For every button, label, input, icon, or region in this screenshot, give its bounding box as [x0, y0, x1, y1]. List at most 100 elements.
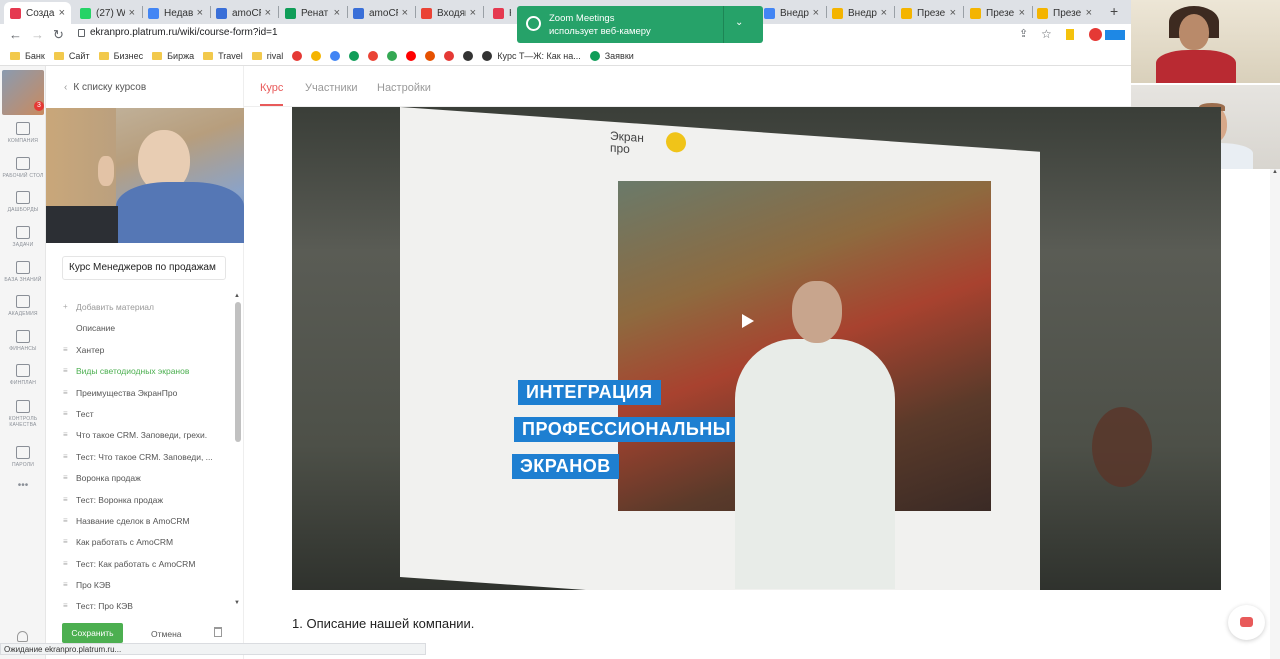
rail-item[interactable]: КОМПАНИЯ — [0, 122, 46, 144]
scroll-down-icon[interactable]: ▼ — [234, 600, 240, 606]
chevron-down-icon[interactable]: ⌄ — [735, 17, 743, 28]
url-field[interactable]: ekranpro.platrum.ru/wiki/course-form?id=… — [90, 27, 278, 38]
drag-handle-icon[interactable]: ≡ — [63, 514, 68, 528]
bookmark-item[interactable]: Бизнес — [98, 51, 143, 61]
drag-handle-icon[interactable]: ≡ — [63, 428, 68, 442]
rail-item[interactable]: РАБОЧИЙ СТОЛ — [0, 157, 46, 179]
drag-handle-icon[interactable]: ≡ — [63, 493, 68, 507]
browser-tab[interactable]: Внедр × — [758, 2, 825, 24]
video-player[interactable]: Экран про ИНТЕГРАЦИЯ ПРОФЕССИОНАЛЬНЫ ЭКРАН… — [292, 107, 1221, 590]
course-material-item[interactable]: ≡ Хантер — [62, 343, 238, 364]
bookmark-item[interactable]: Биржа — [152, 51, 194, 61]
course-tab[interactable]: Курс — [260, 82, 283, 94]
browser-tab[interactable]: Ренат × — [279, 2, 346, 24]
browser-tab[interactable]: Создан × — [4, 2, 71, 24]
course-material-item[interactable]: ≡ Как работать с AmoCRM — [62, 535, 238, 556]
bookmark-item[interactable]: Заявки — [589, 50, 634, 61]
course-material-item[interactable]: ≡ Тест: Что такое CRM. Заповеди, ... — [62, 450, 238, 471]
drag-handle-icon[interactable]: ≡ — [63, 343, 68, 357]
browser-tab[interactable]: Презе × — [1031, 2, 1098, 24]
browser-tab[interactable]: К — [487, 2, 517, 24]
drag-handle-icon[interactable]: ≡ — [63, 386, 68, 400]
bookmark-item[interactable] — [368, 50, 379, 61]
bookmark-item[interactable]: Курс Т—Ж: Как на... — [482, 50, 581, 61]
close-icon[interactable]: × — [881, 7, 887, 19]
chat-widget-button[interactable] — [1228, 605, 1265, 640]
bookmark-item[interactable] — [387, 50, 398, 61]
course-material-item[interactable]: ≡ Воронка продаж — [62, 471, 238, 492]
extension-icon[interactable] — [1066, 29, 1074, 40]
rail-item[interactable]: БАЗА ЗНАНИЙ — [0, 261, 46, 283]
browser-tab[interactable]: amoCR × — [210, 2, 277, 24]
drag-handle-icon[interactable]: ≡ — [63, 407, 68, 421]
browser-tab[interactable]: (27) WI × — [74, 2, 141, 24]
browser-tab[interactable]: amoCR × — [347, 2, 414, 24]
close-icon[interactable]: × — [265, 7, 271, 19]
drag-handle-icon[interactable]: ≡ — [63, 599, 68, 613]
course-material-item[interactable]: ≡ Преимущества ЭкранПро — [62, 386, 238, 407]
course-material-item[interactable]: ≡ Тест: Воронка продаж — [62, 493, 238, 514]
close-icon[interactable]: × — [950, 7, 956, 19]
rail-item[interactable]: ПАРОЛИ — [0, 446, 46, 468]
drag-handle-icon[interactable]: ≡ — [63, 471, 68, 485]
bookmark-item[interactable] — [349, 50, 360, 61]
scroll-up-icon[interactable]: ▲ — [1272, 169, 1278, 175]
bookmark-item[interactable] — [311, 50, 322, 61]
cancel-button[interactable]: Отмена — [151, 629, 182, 639]
course-material-item[interactable]: ≡ Название сделок в AmoCRM — [62, 514, 238, 535]
back-to-courses-link[interactable]: ‹ К списку курсов — [64, 82, 146, 93]
course-material-item[interactable]: ≡ Тест: Про КЭВ — [62, 599, 238, 620]
close-icon[interactable]: × — [813, 7, 819, 19]
course-material-item[interactable]: ≡ Виды светодиодных экранов — [62, 364, 238, 385]
close-icon[interactable]: × — [59, 7, 65, 19]
rail-item[interactable]: ДАШБОРДЫ — [0, 191, 46, 213]
play-icon[interactable] — [742, 314, 754, 328]
bookmark-item[interactable] — [292, 50, 303, 61]
scroll-up-icon[interactable]: ▲ — [234, 293, 240, 299]
bookmark-item[interactable] — [406, 50, 417, 61]
rail-item[interactable]: ФИНПЛАН — [0, 364, 46, 386]
browser-tab[interactable]: Внедр × — [826, 2, 893, 24]
drag-handle-icon[interactable]: ≡ — [63, 535, 68, 549]
close-icon[interactable]: × — [334, 7, 340, 19]
close-icon[interactable]: × — [1019, 7, 1025, 19]
zoom-webcam-notice[interactable]: Zoom Meetings использует веб-камеру ⌄ — [517, 6, 763, 43]
bookmark-item[interactable]: rival — [251, 51, 283, 61]
course-material-item[interactable]: Описание — [62, 321, 238, 342]
page-scrollbar[interactable]: ▲ — [1270, 169, 1280, 659]
share-icon[interactable]: ⇪ — [1019, 27, 1028, 40]
rail-item[interactable]: АКАДЕМИЯ — [0, 295, 46, 317]
drag-handle-icon[interactable]: ≡ — [63, 557, 68, 571]
bell-icon[interactable] — [17, 631, 28, 642]
drag-handle-icon[interactable]: ≡ — [63, 450, 68, 464]
close-icon[interactable]: × — [402, 7, 408, 19]
back-icon[interactable]: ← — [9, 27, 22, 42]
more-icon[interactable]: ••• — [0, 480, 46, 491]
close-icon[interactable]: × — [470, 7, 476, 19]
extension-icon[interactable] — [1105, 30, 1125, 40]
bookmark-item[interactable] — [463, 50, 474, 61]
bookmark-item[interactable]: Банк — [10, 51, 45, 61]
browser-tab[interactable]: Входящ × — [415, 2, 482, 24]
bookmark-item[interactable]: Travel — [203, 51, 243, 61]
drag-handle-icon[interactable]: ≡ — [63, 578, 68, 592]
course-material-item[interactable]: ≡ Тест: Как работать с AmoCRM — [62, 557, 238, 578]
rail-item[interactable]: КОНТРОЛЬ КАЧЕСТВА — [0, 400, 46, 428]
bookmark-item[interactable] — [425, 50, 436, 61]
course-tab[interactable]: Участники — [305, 82, 358, 94]
reload-icon[interactable]: ↻ — [53, 27, 64, 43]
browser-tab[interactable]: Презе × — [964, 2, 1031, 24]
browser-tab[interactable]: Презе × — [895, 2, 962, 24]
bookmark-item[interactable] — [330, 50, 341, 61]
avatar[interactable]: 3 — [2, 70, 44, 115]
course-cover-image[interactable] — [46, 108, 244, 243]
bookmark-star-icon[interactable]: ☆ — [1041, 27, 1052, 41]
new-tab-button[interactable]: + — [1110, 3, 1118, 19]
close-icon[interactable]: × — [197, 7, 203, 19]
course-tab[interactable]: Настройки — [377, 82, 431, 94]
close-icon[interactable]: × — [1086, 7, 1092, 19]
close-icon[interactable]: × — [129, 7, 135, 19]
extension-icon[interactable] — [1089, 28, 1102, 41]
bookmark-item[interactable]: Сайт — [53, 51, 90, 61]
course-material-item[interactable]: ≡ Что такое CRM. Заповеди, грехи. — [62, 428, 238, 449]
